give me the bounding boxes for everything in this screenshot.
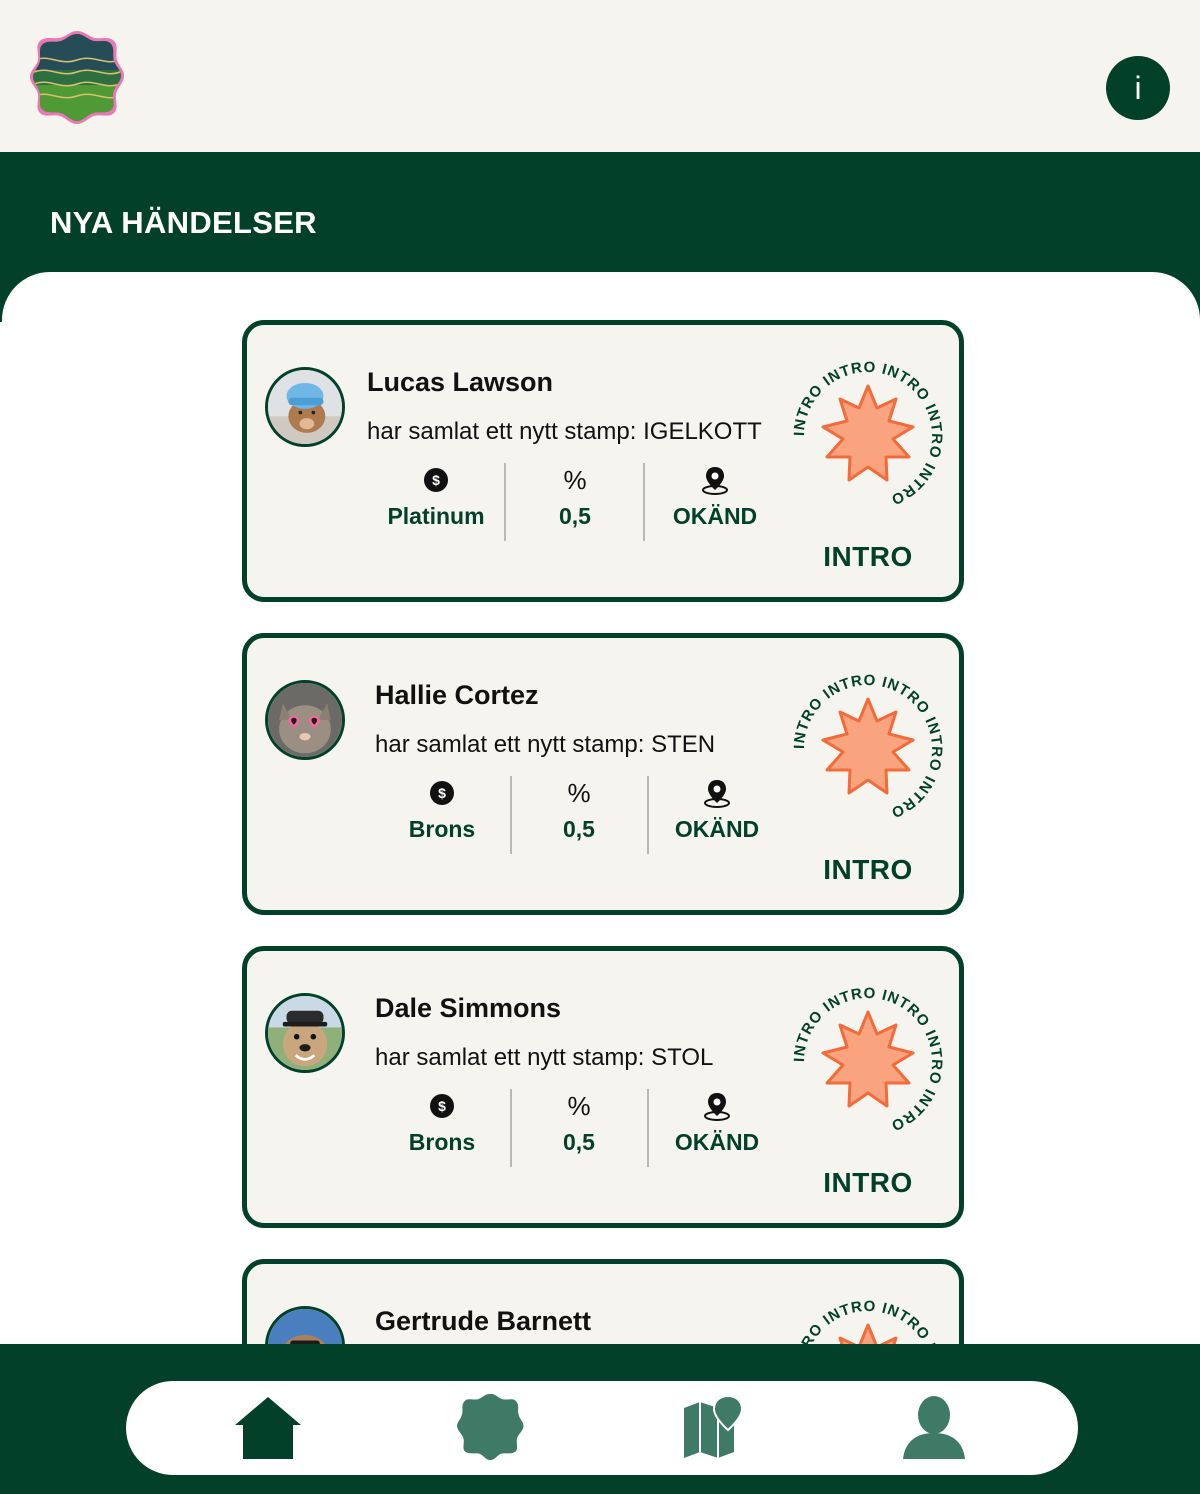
percent-icon: % xyxy=(563,464,587,495)
percent-stat: % 0,5 xyxy=(513,776,645,856)
nav-stamps[interactable] xyxy=(451,1392,531,1464)
event-description: har samlat ett nytt stamp: STOL xyxy=(375,1044,714,1071)
intro-stamp-icon[interactable]: INTRO INTRO INTRO INTRO INTRO xyxy=(791,1298,944,1344)
location-stat: OKÄND xyxy=(651,1089,783,1169)
event-card[interactable]: Gertrude Barnett INTRO INTRO INTRO INTRO… xyxy=(242,1259,964,1344)
percent-value: 0,5 xyxy=(563,816,595,842)
nav-profile[interactable] xyxy=(894,1392,974,1464)
badge-label: INTRO xyxy=(823,1167,913,1198)
location-value: OKÄND xyxy=(672,503,758,529)
svg-text:$: $ xyxy=(438,785,446,801)
intro-stamp-icon[interactable]: INTRO INTRO INTRO INTRO INTRO xyxy=(791,985,944,1137)
location-stat: OKÄND xyxy=(649,463,781,543)
location-pin-icon xyxy=(649,463,781,497)
divider xyxy=(647,1089,649,1167)
event-card[interactable]: Hallie Cortez har samlat ett nytt stamp:… xyxy=(242,633,964,915)
svg-text:$: $ xyxy=(438,1098,446,1114)
user-name: Lucas Lawson xyxy=(367,367,554,397)
intro-stamp-icon[interactable]: INTRO INTRO INTRO INTRO INTRO xyxy=(791,672,944,824)
percent-value: 0,5 xyxy=(559,503,591,529)
divider xyxy=(510,1089,512,1167)
event-description: har samlat ett nytt stamp: STEN xyxy=(375,731,716,758)
user-name: Gertrude Barnett xyxy=(375,1306,592,1336)
percent-icon: % xyxy=(567,777,591,808)
tier-stat: $ Platinum xyxy=(370,463,502,543)
badge-label: INTRO xyxy=(823,854,913,885)
tier-value: Platinum xyxy=(387,503,485,529)
home-icon xyxy=(235,1397,301,1459)
avatar[interactable] xyxy=(265,1306,345,1344)
info-button[interactable]: i xyxy=(1106,56,1170,120)
tier-stat: $ Brons xyxy=(376,776,508,856)
location-pin-icon xyxy=(651,776,783,810)
tier-value: Brons xyxy=(408,816,476,842)
page-title: NYA HÄNDELSER xyxy=(50,205,317,240)
svg-text:$: $ xyxy=(432,472,440,488)
divider xyxy=(504,463,506,541)
avatar[interactable] xyxy=(265,680,345,760)
app-logo-icon[interactable] xyxy=(30,30,125,124)
profile-icon xyxy=(903,1396,965,1459)
dollar-icon: $ xyxy=(370,463,502,497)
intro-stamp-icon[interactable]: INTRO INTRO INTRO INTRO INTRO xyxy=(791,359,944,511)
divider xyxy=(647,776,649,854)
percent-stat: % 0,5 xyxy=(513,1089,645,1169)
tier-value: Brons xyxy=(408,1129,476,1155)
percent-icon: % xyxy=(567,1090,591,1121)
badge-label: INTRO xyxy=(823,541,913,572)
dollar-icon: $ xyxy=(376,776,508,810)
dollar-icon: $ xyxy=(376,1089,508,1123)
badge-icon xyxy=(457,1394,524,1461)
nav-home[interactable] xyxy=(228,1392,308,1464)
location-value: OKÄND xyxy=(674,816,760,842)
map-icon xyxy=(684,1394,744,1458)
location-value: OKÄND xyxy=(674,1129,760,1155)
nav-map[interactable] xyxy=(672,1392,752,1464)
user-name: Hallie Cortez xyxy=(375,680,539,710)
event-feed[interactable]: Lucas Lawson har samlat ett nytt stamp: … xyxy=(2,272,1200,1344)
avatar[interactable] xyxy=(265,367,345,447)
avatar[interactable] xyxy=(265,993,345,1073)
percent-value: 0,5 xyxy=(563,1129,595,1155)
location-pin-icon xyxy=(651,1089,783,1123)
percent-stat: % 0,5 xyxy=(509,463,641,543)
tier-stat: $ Brons xyxy=(376,1089,508,1169)
top-bar: i xyxy=(0,0,1200,152)
divider xyxy=(510,776,512,854)
location-stat: OKÄND xyxy=(651,776,783,856)
event-card[interactable]: Dale Simmons har samlat ett nytt stamp: … xyxy=(242,946,964,1228)
event-card[interactable]: Lucas Lawson har samlat ett nytt stamp: … xyxy=(242,320,964,602)
event-description: har samlat ett nytt stamp: IGELKOTT xyxy=(367,418,762,445)
user-name: Dale Simmons xyxy=(375,993,562,1023)
divider xyxy=(643,463,645,541)
